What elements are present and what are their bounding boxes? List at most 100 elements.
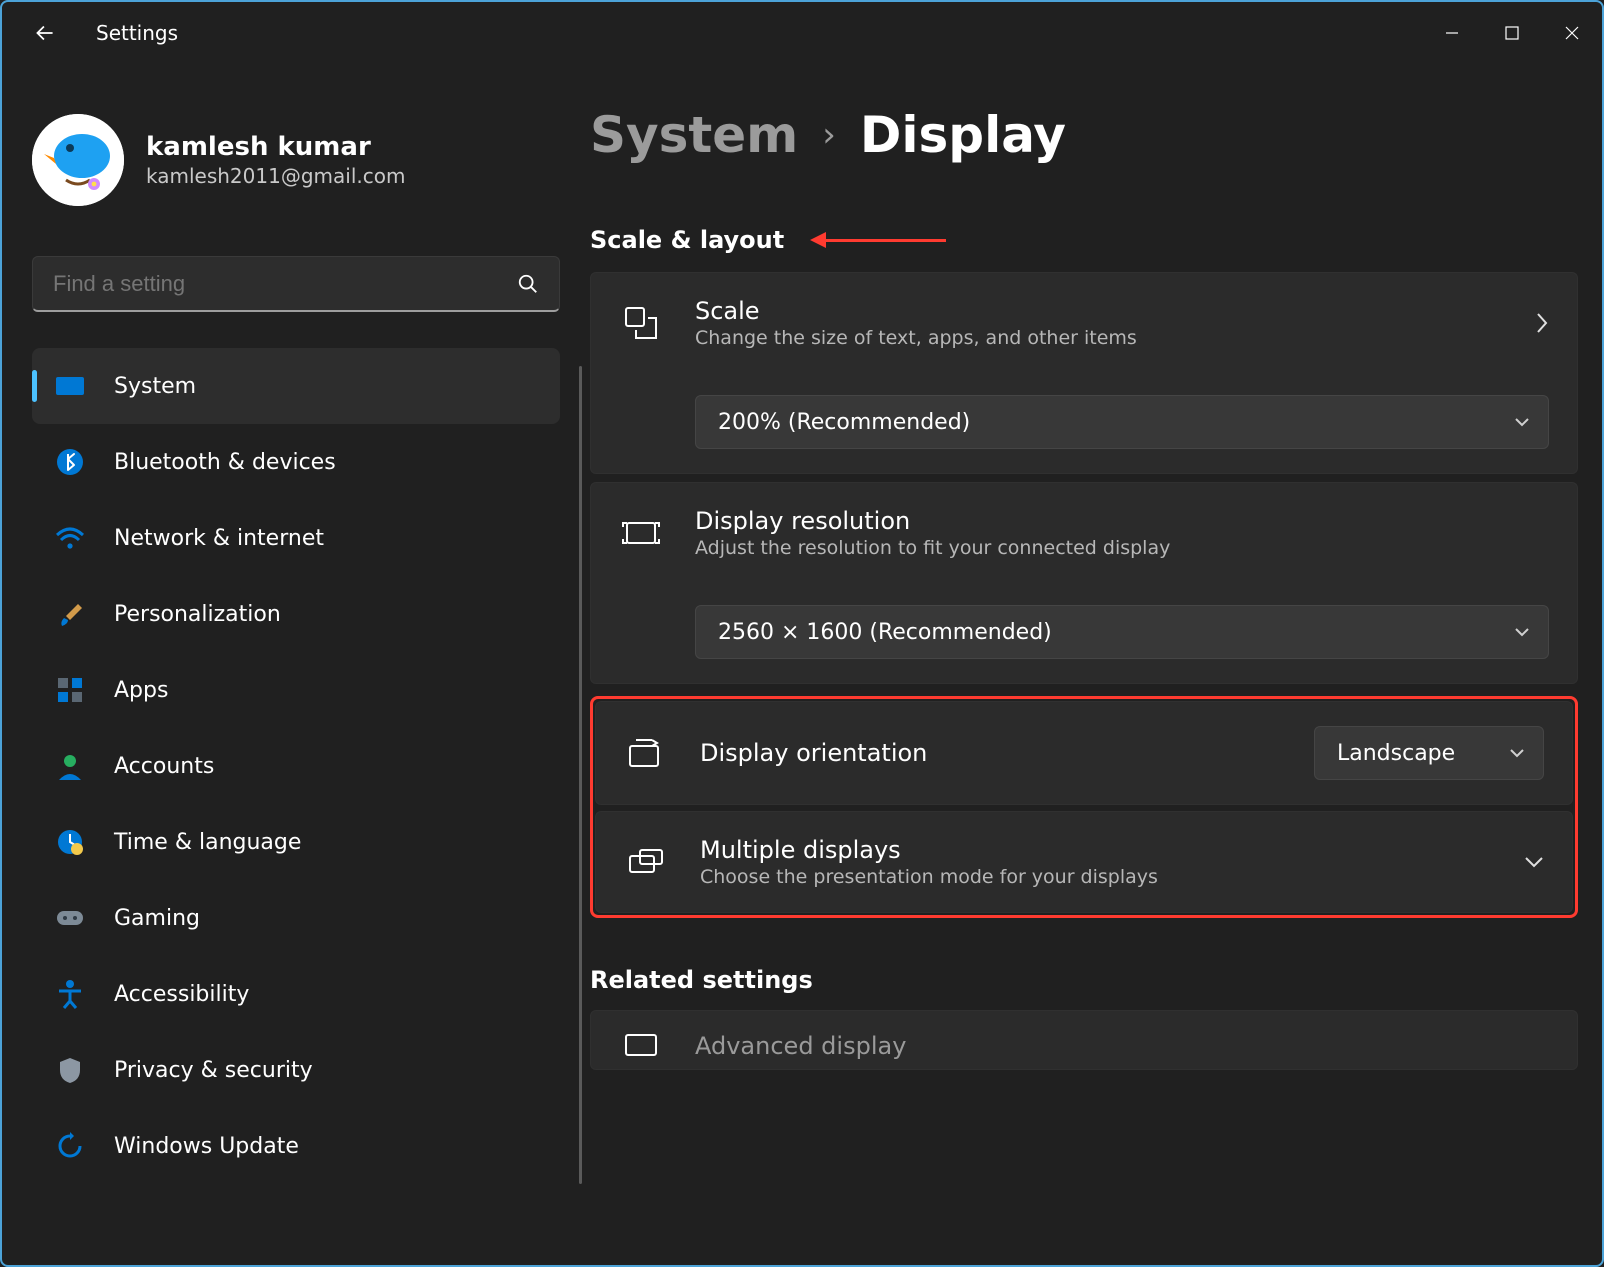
- resolution-select-row: 2560 × 1600 (Recommended): [619, 605, 1549, 659]
- orientation-icon: [624, 736, 668, 770]
- gamepad-icon: [54, 902, 86, 934]
- breadcrumb-current: Display: [860, 106, 1066, 164]
- resolution-icon: [619, 517, 663, 549]
- chevron-down-icon: [1524, 856, 1544, 868]
- profile-block[interactable]: kamlesh kumar kamlesh2011@gmail.com: [32, 114, 560, 206]
- sidebar: kamlesh kumar kamlesh2011@gmail.com Syst…: [2, 64, 590, 1265]
- section-head-label: Scale & layout: [590, 226, 784, 254]
- clock-globe-icon: [54, 826, 86, 858]
- titlebar: Settings: [2, 2, 1602, 64]
- sidebar-item-network[interactable]: Network & internet: [32, 500, 560, 576]
- annotation-highlight-box: Display orientation Landscape Multi: [590, 696, 1578, 918]
- card-title: Display orientation: [700, 739, 1282, 767]
- paintbrush-icon: [54, 598, 86, 630]
- sidebar-item-label: Privacy & security: [114, 1058, 313, 1083]
- shield-icon: [54, 1054, 86, 1086]
- back-button[interactable]: [32, 20, 58, 46]
- sidebar-item-system[interactable]: System: [32, 348, 560, 424]
- card-body: Scale Change the size of text, apps, and…: [695, 297, 1503, 349]
- sidebar-item-gaming[interactable]: Gaming: [32, 880, 560, 956]
- breadcrumb-separator-icon: ›: [822, 115, 836, 155]
- sidebar-item-label: Personalization: [114, 602, 281, 627]
- card-title: Display resolution: [695, 507, 1549, 535]
- orientation-select-value: Landscape: [1337, 741, 1455, 766]
- setting-card-multiple-displays[interactable]: Multiple displays Choose the presentatio…: [595, 811, 1573, 913]
- card-body: Advanced display: [695, 1032, 1549, 1060]
- card-right: [1535, 312, 1549, 334]
- sidebar-item-label: Accounts: [114, 754, 214, 779]
- close-button[interactable]: [1542, 9, 1602, 57]
- sidebar-item-time-language[interactable]: Time & language: [32, 804, 560, 880]
- card-body: Display resolution Adjust the resolution…: [695, 507, 1549, 559]
- search-box[interactable]: [32, 256, 560, 312]
- scale-icon: [619, 304, 663, 342]
- card-subtitle: Change the size of text, apps, and other…: [695, 327, 1503, 349]
- section-head-scale-layout: Scale & layout: [590, 226, 1578, 254]
- wifi-icon: [54, 522, 86, 554]
- sidebar-item-privacy[interactable]: Privacy & security: [32, 1032, 560, 1108]
- sidebar-item-apps[interactable]: Apps: [32, 652, 560, 728]
- profile-email: kamlesh2011@gmail.com: [146, 164, 405, 188]
- chevron-right-icon[interactable]: [1535, 312, 1549, 334]
- accessibility-icon: [54, 978, 86, 1010]
- breadcrumb-parent[interactable]: System: [590, 106, 798, 164]
- chevron-down-icon: [1514, 627, 1530, 637]
- search-icon: [517, 273, 539, 295]
- setting-card-advanced-display[interactable]: Advanced display: [590, 1010, 1578, 1070]
- content-area: System › Display Scale & layout Scale Ch…: [590, 64, 1602, 1265]
- sidebar-item-label: System: [114, 374, 196, 399]
- sidebar-item-label: Accessibility: [114, 982, 249, 1007]
- window-controls: [1422, 9, 1602, 57]
- system-icon: [54, 370, 86, 402]
- apps-icon: [54, 674, 86, 706]
- sidebar-item-windows-update[interactable]: Windows Update: [32, 1108, 560, 1184]
- scale-select-row: 200% (Recommended): [619, 395, 1549, 449]
- sidebar-item-accounts[interactable]: Accounts: [32, 728, 560, 804]
- minimize-button[interactable]: [1422, 9, 1482, 57]
- sidebar-item-accessibility[interactable]: Accessibility: [32, 956, 560, 1032]
- multiple-displays-icon: [624, 846, 668, 878]
- setting-card-scale[interactable]: Scale Change the size of text, apps, and…: [590, 272, 1578, 474]
- profile-text: kamlesh kumar kamlesh2011@gmail.com: [146, 132, 405, 188]
- annotation-arrow-icon: [810, 232, 946, 248]
- sidebar-item-label: Gaming: [114, 906, 200, 931]
- main-layout: kamlesh kumar kamlesh2011@gmail.com Syst…: [2, 64, 1602, 1265]
- card-title: Advanced display: [695, 1032, 1549, 1060]
- card-body: Display orientation: [700, 739, 1282, 767]
- chevron-down-icon: [1514, 417, 1530, 427]
- card-expand[interactable]: [1524, 856, 1544, 868]
- setting-card-resolution[interactable]: Display resolution Adjust the resolution…: [590, 482, 1578, 684]
- sidebar-item-label: Time & language: [114, 830, 301, 855]
- advanced-display-icon: [619, 1031, 663, 1061]
- card-title: Scale: [695, 297, 1503, 325]
- card-body: Multiple displays Choose the presentatio…: [700, 836, 1492, 888]
- sidebar-item-label: Apps: [114, 678, 168, 703]
- orientation-select[interactable]: Landscape: [1314, 726, 1544, 780]
- card-right: Landscape: [1314, 726, 1544, 780]
- scale-select[interactable]: 200% (Recommended): [695, 395, 1549, 449]
- update-icon: [54, 1130, 86, 1162]
- app-title: Settings: [96, 21, 178, 45]
- titlebar-left: Settings: [32, 20, 178, 46]
- sidebar-nav: System Bluetooth & devices Network & int…: [32, 348, 560, 1184]
- sidebar-item-bluetooth[interactable]: Bluetooth & devices: [32, 424, 560, 500]
- maximize-button[interactable]: [1482, 9, 1542, 57]
- scale-select-value: 200% (Recommended): [718, 410, 970, 435]
- setting-card-orientation[interactable]: Display orientation Landscape: [595, 701, 1573, 805]
- sidebar-scrollbar[interactable]: [579, 366, 582, 1184]
- avatar: [32, 114, 124, 206]
- card-subtitle: Choose the presentation mode for your di…: [700, 866, 1492, 888]
- resolution-select-value: 2560 × 1600 (Recommended): [718, 620, 1052, 645]
- person-icon: [54, 750, 86, 782]
- profile-name: kamlesh kumar: [146, 132, 405, 162]
- sidebar-item-label: Network & internet: [114, 526, 324, 551]
- section-head-related: Related settings: [590, 966, 1578, 994]
- chevron-down-icon: [1509, 748, 1525, 758]
- sidebar-item-label: Windows Update: [114, 1134, 299, 1159]
- resolution-select[interactable]: 2560 × 1600 (Recommended): [695, 605, 1549, 659]
- card-subtitle: Adjust the resolution to fit your connec…: [695, 537, 1549, 559]
- search-input[interactable]: [53, 271, 490, 297]
- card-title: Multiple displays: [700, 836, 1492, 864]
- sidebar-item-label: Bluetooth & devices: [114, 450, 336, 475]
- sidebar-item-personalization[interactable]: Personalization: [32, 576, 560, 652]
